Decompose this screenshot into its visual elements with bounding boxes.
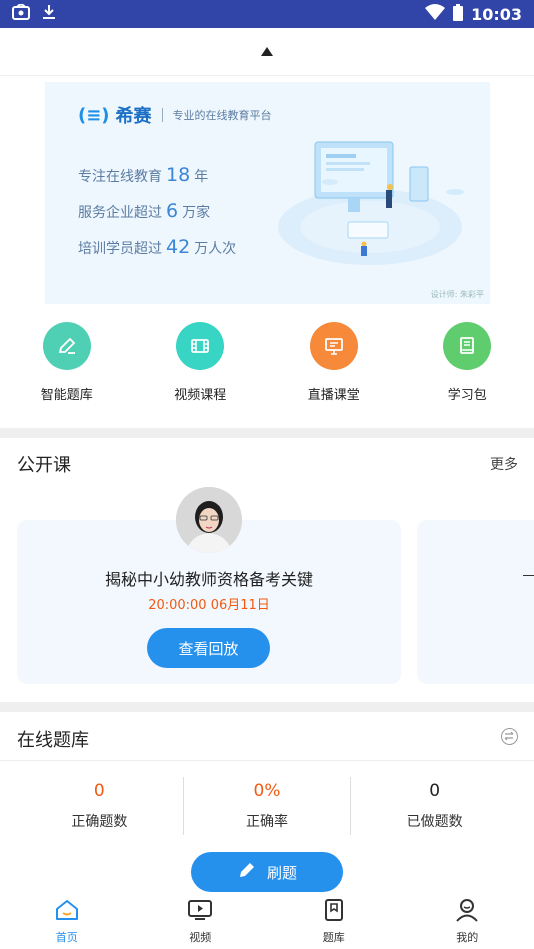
bottom-tab-bar: 首页 视频 题库 我的 — [0, 892, 534, 949]
tab-question-bank[interactable]: 题库 — [267, 892, 401, 949]
quick-menu: 智能题库 视频课程 直播课堂 学习包 — [0, 322, 534, 403]
clock-time: 10:03 — [471, 4, 522, 24]
question-bank-title: 在线题库 — [17, 730, 89, 751]
tab-home[interactable]: 首页 — [0, 892, 134, 949]
stat-value: 0 — [429, 781, 441, 801]
quick-item-label: 直播课堂 — [307, 388, 360, 403]
view-replay-button[interactable]: 查看回放 — [147, 628, 270, 668]
tv-icon — [187, 898, 213, 926]
stat-label: 正确率 — [246, 814, 288, 830]
stat-label: 正确题数 — [71, 814, 128, 830]
banner-line-years: 专注在线教育 18 年 — [78, 164, 208, 186]
stat-value: 0% — [253, 781, 281, 801]
tab-label: 首页 — [55, 931, 78, 944]
battery-icon — [453, 3, 464, 25]
banner-line-number: 42 — [166, 236, 191, 258]
presentation-icon — [309, 322, 358, 370]
quick-item-label: 智能题库 — [40, 388, 93, 403]
logo-divider — [161, 108, 163, 122]
banner-credit: 设计师: 朱彩平 — [430, 290, 484, 299]
caret-up-icon — [261, 47, 273, 56]
course-time: 20:00:00 06月11日 — [148, 598, 270, 613]
stat-value: 0 — [93, 781, 105, 801]
promo-banner[interactable]: (≡) 希赛 专业的在线教育平台 专注在线教育 18 年 服务企业超过 6 万家 培训学… — [45, 82, 490, 304]
tab-mine[interactable]: 我的 — [401, 892, 534, 949]
stat-done-count: 0 已做题数 — [351, 777, 518, 835]
stats-row: 0 正确题数 0% 正确率 0 已做题数 — [16, 777, 518, 835]
banner-line-number: 18 — [166, 164, 191, 186]
quick-item-study-pack[interactable]: 学习包 — [401, 322, 534, 403]
brand-name: 希赛 — [115, 106, 152, 127]
user-icon — [454, 898, 480, 926]
banner-line-prefix: 培训学员超过 — [78, 241, 162, 257]
pencil-icon — [237, 860, 257, 884]
section-divider — [0, 702, 534, 712]
download-icon — [42, 4, 56, 24]
brand-slogan: 专业的在线教育平台 — [172, 109, 272, 122]
app-store-icon — [12, 3, 30, 24]
stat-accuracy: 0% 正确率 — [184, 777, 352, 835]
tab-label: 我的 — [456, 931, 479, 944]
practice-button[interactable]: 刷题 — [191, 852, 343, 892]
course-card-next[interactable] — [417, 520, 534, 684]
banner-line-suffix: 年 — [194, 169, 209, 185]
brand-logo: (≡) 希赛 专业的在线教育平台 — [78, 102, 272, 128]
banner-line-suffix: 万人次 — [194, 241, 237, 257]
practice-button-label: 刷题 — [266, 863, 297, 882]
card-dash — [523, 575, 534, 576]
bookmark-icon — [321, 898, 347, 926]
banner-line-number: 6 — [166, 200, 179, 222]
tab-label: 视频 — [189, 931, 212, 944]
film-icon — [176, 322, 225, 370]
quick-item-smart-bank[interactable]: 智能题库 — [0, 322, 134, 403]
stat-label: 已做题数 — [406, 814, 463, 830]
quick-item-video-course[interactable]: 视频课程 — [134, 322, 268, 403]
teacher-avatar — [176, 487, 242, 553]
wifi-icon — [425, 4, 446, 24]
switch-icon[interactable] — [501, 728, 518, 745]
stat-correct-count: 0 正确题数 — [16, 777, 184, 835]
banner-line-prefix: 服务企业超过 — [78, 205, 162, 221]
quick-item-label: 学习包 — [447, 388, 487, 403]
home-icon — [54, 898, 80, 926]
header-divider — [0, 760, 534, 761]
education-illustration-icon — [278, 141, 464, 265]
app-screen: 10:03 (≡) 希赛 专业的在线教育平台 专注在线教育 18 年 服务企业超过 6… — [0, 0, 534, 949]
tab-label: 题库 — [322, 931, 345, 944]
quick-item-live-class[interactable]: 直播课堂 — [267, 322, 401, 403]
pencil-icon — [42, 322, 91, 370]
banner-line-prefix: 专注在线教育 — [78, 169, 162, 185]
section-divider — [0, 428, 534, 438]
quick-item-label: 视频课程 — [174, 388, 227, 403]
collapse-toggle[interactable] — [0, 28, 534, 76]
banner-line-students: 培训学员超过 42 万人次 — [78, 236, 236, 258]
banner-line-suffix: 万家 — [182, 205, 211, 221]
book-icon — [443, 322, 492, 370]
status-bar: 10:03 — [0, 0, 534, 28]
banner-line-companies: 服务企业超过 6 万家 — [78, 200, 210, 222]
course-title: 揭秘中小幼教师资格备考关键 — [104, 570, 313, 589]
more-link[interactable]: 更多 — [490, 454, 518, 474]
open-course-title: 公开课 — [17, 455, 71, 476]
tab-video[interactable]: 视频 — [134, 892, 268, 949]
brand-mark-icon: (≡) — [78, 104, 110, 126]
